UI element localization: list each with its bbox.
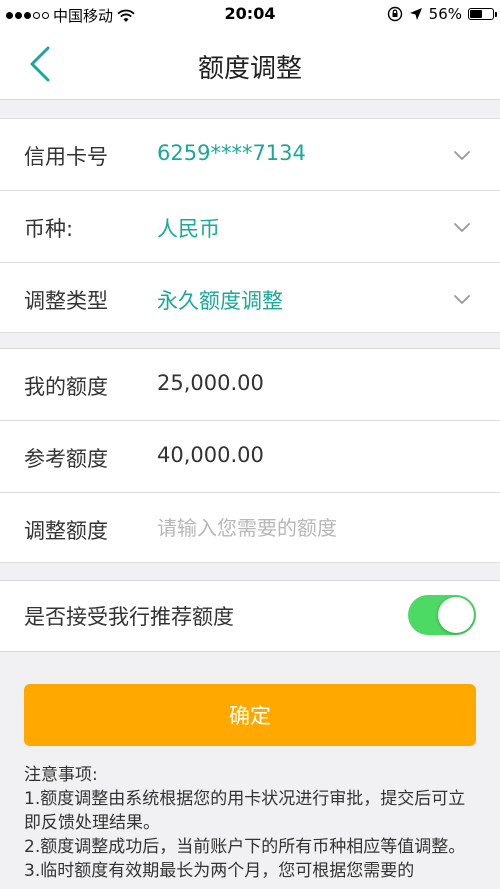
adjust-type-value: 永久额度调整 [157,289,283,313]
battery-icon [468,8,497,20]
card-number-label: 信用卡号 [24,145,108,169]
card-number-value: 6259****7134 [157,141,306,165]
reference-limit-label: 参考额度 [24,447,108,471]
card-info-group: 信用卡号 6259****7134 币种: 人民币 调整类型 永久额度调整 [0,118,500,333]
chevron-down-icon [454,295,470,304]
notes-heading: 注意事项: [24,765,98,785]
chevron-down-icon [454,151,470,160]
recommend-toggle[interactable] [408,595,476,635]
currency-row[interactable]: 币种: 人民币 [0,191,500,262]
status-bar: 中国移动 20:04 56% [0,0,500,30]
limit-info-group: 我的额度 25,000.00 参考额度 40,000.00 调整额度 [0,348,500,563]
adjust-amount-row: 调整额度 [0,493,500,564]
my-limit-row: 我的额度 25,000.00 [0,349,500,420]
adjust-amount-input[interactable] [157,509,477,547]
my-limit-label: 我的额度 [24,375,108,399]
page-title: 额度调整 [197,54,302,84]
recommend-label: 是否接受我行推荐额度 [24,605,234,629]
status-right: 56% [387,5,497,23]
card-number-row[interactable]: 信用卡号 6259****7134 [0,119,500,190]
currency-label: 币种: [24,217,74,241]
battery-fill [470,10,482,18]
toggle-knob [438,597,474,633]
location-arrow-icon [409,8,422,20]
note-item: 3.临时额度有效期最长为两个月，您可根据您需要的 [24,861,415,881]
chevron-down-icon [454,223,470,232]
currency-value: 人民币 [157,217,220,241]
recommend-row: 是否接受我行推荐额度 [0,581,500,651]
nav-bar: 额度调整 [0,30,500,100]
confirm-button[interactable]: 确定 [24,684,476,746]
reference-limit-value: 40,000.00 [157,443,264,467]
rotation-lock-icon [387,6,402,22]
battery-percent: 56% [428,5,462,23]
adjust-type-label: 调整类型 [24,289,108,313]
note-item: 2.额度调整成功后，当前账户下的所有币种相应等值调整。 [24,837,466,857]
adjust-type-row[interactable]: 调整类型 永久额度调整 [0,263,500,334]
recommend-group: 是否接受我行推荐额度 [0,580,500,652]
adjust-amount-label: 调整额度 [24,519,108,543]
notes-section: 注意事项: 1.额度调整由系统根据您的用卡状况进行审批，提交后可立即反馈处理结果… [24,763,480,883]
note-item: 1.额度调整由系统根据您的用卡状况进行审批，提交后可立即反馈处理结果。 [24,789,466,833]
my-limit-value: 25,000.00 [157,371,264,395]
reference-limit-row: 参考额度 40,000.00 [0,421,500,492]
